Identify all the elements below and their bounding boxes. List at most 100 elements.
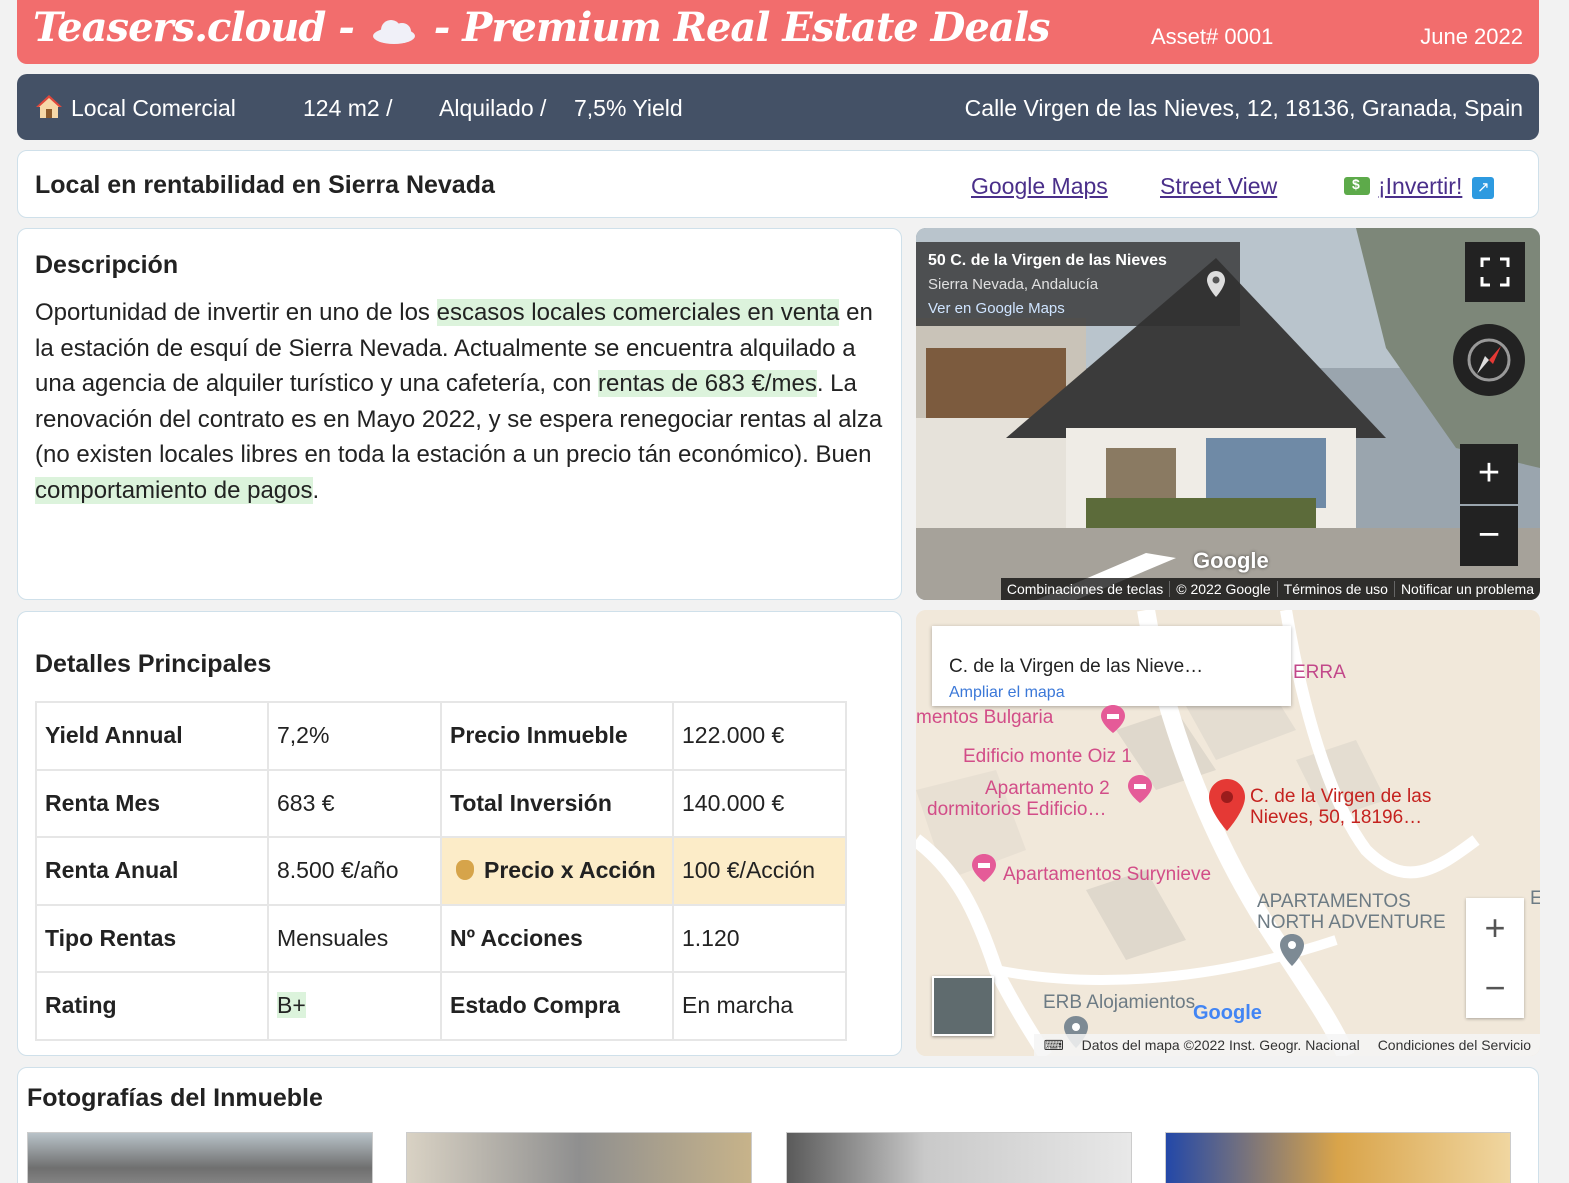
map-data-credit: Datos del mapa ©2022 Inst. Geogr. Nacion… [1081,1037,1360,1053]
view-in-google-maps-link[interactable]: Ver en Google Maps [928,300,1065,317]
property-photo[interactable] [786,1132,1132,1183]
place-marker-icon[interactable] [1278,932,1306,968]
property-type: Local Comercial [71,95,236,121]
map-place-title: C. de la Virgen de las Nieve… [949,656,1204,677]
property-status: Alquilado / [439,95,547,121]
street-view-embed[interactable]: 50 C. de la Virgen de las Nieves Sierra … [916,228,1540,600]
detail-label: Rating [35,971,269,1041]
detail-value: 122.000 € [672,701,847,771]
terms-of-service-link[interactable]: Condiciones del Servicio [1369,1037,1540,1053]
map-area-label: ERRA [1293,662,1346,683]
table-row: Renta Anual 8.500 €/año Precio x Acción … [35,836,847,906]
money-bag-icon [456,860,474,881]
enlarge-map-link[interactable]: Ampliar el mapa [949,684,1065,702]
table-row: Rating B+ Estado Compra En marcha [35,971,847,1041]
fullscreen-icon [1480,257,1510,287]
photos-card: Fotografías del Inmueble [17,1067,1539,1183]
invest-label: ¡Invertir! [1378,173,1463,199]
detail-value: 683 € [267,768,442,838]
detail-label: Precio Inmueble [440,701,674,771]
property-yield: 7,5% Yield [574,95,683,121]
street-view-link[interactable]: Street View [1160,173,1277,200]
map-poi-label[interactable]: ERB Alojamientos [1043,992,1195,1013]
top-banner: Teasers.cloud - - Premium Real Estate De… [17,0,1539,64]
property-area: 124 m2 / [303,95,393,121]
asset-number: Asset# 0001 [1151,24,1274,49]
detail-value: 7,2% [267,701,442,771]
publish-date: June 2022 [1420,24,1523,49]
brand-tagline: - Premium Real Estate Deals [433,4,1051,51]
map-poi-label[interactable]: mentos Bulgaria [916,707,1053,728]
description-part: . [312,476,320,504]
map-place-card: C. de la Virgen de las Nieve… Ampliar el… [932,626,1291,706]
rating-badge: B+ [277,992,306,1019]
street-view-footer: Combinaciones de teclas © 2022 Google Té… [1000,578,1540,600]
table-row: Renta Mes 683 € Total Inversión 140.000 … [35,768,847,838]
report-problem-link[interactable]: Notificar un problema [1393,581,1540,597]
detail-label: Nº Acciones [440,903,674,973]
detail-label: Renta Mes [35,768,269,838]
detail-value: 8.500 €/año [267,836,442,906]
pin-label-line: Nieves, 50, 18196… [1250,807,1423,828]
hotel-marker-icon[interactable] [1099,703,1127,735]
detail-label: Tipo Rentas [35,903,269,973]
rating-cell: B+ [267,971,442,1041]
property-photo[interactable] [27,1132,373,1183]
details-heading: Detalles Principales [35,650,272,678]
satellite-toggle[interactable] [932,976,994,1036]
street-view-info-panel: 50 C. de la Virgen de las Nieves Sierra … [916,242,1240,326]
description-card: Descripción Oportunidad de invertir en u… [17,228,902,600]
google-watermark: Google [1193,548,1269,573]
description-text: Oportunidad de invertir en uno de los es… [35,295,890,508]
fullscreen-button[interactable] [1465,242,1525,302]
invest-link[interactable]: ¡Invertir! ↗ [1344,173,1495,200]
compass-icon [1467,338,1511,382]
hotel-marker-icon[interactable] [970,852,998,884]
compass-button[interactable] [1453,324,1525,396]
street-view-title: 50 C. de la Virgen de las Nieves [928,252,1167,269]
map-area-label: E [1530,888,1540,909]
keyboard-icon[interactable]: ⌨ [1034,1037,1072,1054]
zoom-out-button[interactable]: − [1460,506,1518,566]
terms-link[interactable]: Términos de uso [1276,581,1394,597]
detail-value: 140.000 € [672,768,847,838]
map-poi-label[interactable]: dormitorios Edificio… [927,799,1107,820]
description-highlight: comportamiento de pagos [35,476,313,504]
share-price-label-cell: Precio x Acción [440,836,674,906]
hotel-marker-icon[interactable] [1126,773,1154,805]
listing-title: Local en rentabilidad en Sierra Nevada [35,171,495,199]
map-footer: ⌨ Datos del mapa ©2022 Inst. Geogr. Naci… [1034,1034,1540,1056]
property-summary-bar: Local Comercial 124 m2 / Alquilado / 7,5… [17,74,1539,140]
description-highlight: rentas de 683 €/mes [598,370,817,397]
pin-label-line: C. de la Virgen de las [1250,786,1432,807]
detail-label: Estado Compra [440,971,674,1041]
detail-label: Renta Anual [35,836,269,906]
description-heading: Descripción [35,251,179,279]
house-icon [36,95,62,118]
keyboard-shortcuts-link[interactable]: Combinaciones de teclas [1001,581,1169,597]
table-row: Yield Annual 7,2% Precio Inmueble 122.00… [35,701,847,771]
listing-title-bar: Local en rentabilidad en Sierra Nevada G… [17,150,1539,218]
property-photo[interactable] [1165,1132,1511,1183]
property-photo[interactable] [406,1132,752,1183]
brand-logo[interactable]: Teasers.cloud - - Premium Real Estate De… [33,4,1051,51]
map-embed[interactable]: C. de la Virgen de las Nieve… Ampliar el… [916,610,1540,1056]
external-link-icon: ↗ [1472,176,1495,199]
map-zoom-out-button[interactable]: − [1466,958,1524,1018]
share-price-value: 100 €/Acción [672,836,847,906]
map-poi-label[interactable]: Edificio monte Oiz 1 [963,746,1132,767]
location-pin-icon[interactable] [1207,777,1247,833]
detail-label: Yield Annual [35,701,269,771]
detail-value: En marcha [672,971,847,1041]
map-zoom-in-button[interactable]: + [1466,898,1524,958]
detail-value: Mensuales [267,903,442,973]
map-poi-label[interactable]: Apartamentos Surynieve [1003,864,1211,885]
property-address: Calle Virgen de las Nieves, 12, 18136, G… [964,95,1523,121]
details-card: Detalles Principales Yield Annual 7,2% P… [17,611,902,1056]
location-pin-icon[interactable] [1206,270,1226,298]
map-poi-label[interactable]: Apartamento 2 [985,778,1110,799]
google-maps-link[interactable]: Google Maps [971,173,1108,200]
zoom-in-button[interactable]: + [1460,444,1518,504]
cloud-icon [371,18,417,44]
street-view-subtitle: Sierra Nevada, Andalucía [928,276,1099,293]
